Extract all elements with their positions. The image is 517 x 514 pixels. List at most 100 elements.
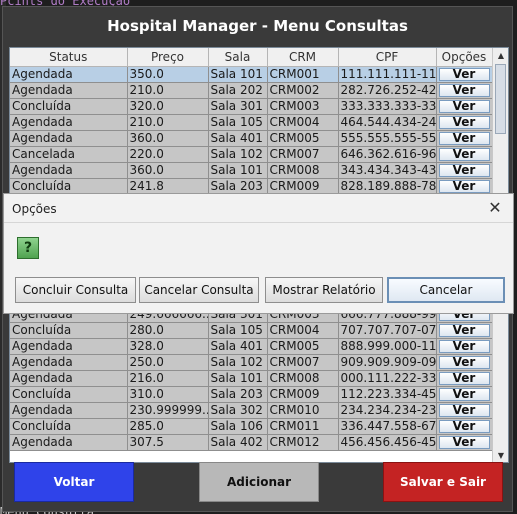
- cell-crm: CRM001: [267, 66, 339, 83]
- scroll-thumb[interactable]: [495, 64, 506, 134]
- table-row[interactable]: Agendada 250.0 Sala 102 CRM007 909.909.909-0…: [10, 354, 493, 371]
- cell-opcoes: Ver: [436, 114, 493, 131]
- table-row[interactable]: Agendada 360.0 Sala 101 CRM008 343.434.343-4…: [10, 162, 493, 179]
- cell-cpf: 828.189.888-78: [338, 178, 437, 195]
- ver-button[interactable]: Ver: [438, 147, 490, 161]
- cell-crm: CRM007: [267, 354, 339, 371]
- cell-preco: 360.0: [127, 130, 209, 147]
- mostrar-relatorio-button[interactable]: Mostrar Relatório: [265, 277, 383, 303]
- ver-button[interactable]: Ver: [438, 435, 490, 449]
- cell-preco: 216.0: [127, 370, 209, 387]
- cell-sala: Sala 102: [208, 354, 268, 371]
- cell-opcoes: Ver: [436, 434, 493, 451]
- cell-status: Agendada: [10, 434, 128, 451]
- voltar-button[interactable]: Voltar: [14, 462, 134, 502]
- cell-cpf: 646.362.616-96: [338, 146, 437, 163]
- cell-preco: 310.0: [127, 386, 209, 403]
- column-header-opcoes[interactable]: Opções: [436, 48, 493, 67]
- cell-sala: Sala 105: [208, 114, 268, 131]
- cell-opcoes: Ver: [436, 146, 493, 163]
- cell-crm: CRM005: [267, 338, 339, 355]
- ver-button[interactable]: Ver: [438, 131, 490, 145]
- cell-crm: CRM009: [267, 386, 339, 403]
- cell-crm: CRM004: [267, 322, 339, 339]
- table-row[interactable]: Concluída 310.0 Sala 203 CRM009 112.223.334-…: [10, 386, 493, 403]
- cell-opcoes: Ver: [436, 322, 493, 339]
- cell-opcoes: Ver: [436, 418, 493, 435]
- cell-opcoes: Ver: [436, 66, 493, 83]
- cell-cpf: 336.447.558-67: [338, 418, 437, 435]
- ver-button[interactable]: Ver: [438, 419, 490, 433]
- cell-crm: CRM012: [267, 434, 339, 451]
- table-row[interactable]: Agendada 307.5 Sala 402 CRM012 456.456.456-4…: [10, 434, 493, 451]
- cell-crm: CRM004: [267, 114, 339, 131]
- cell-crm: CRM007: [267, 146, 339, 163]
- ver-button[interactable]: Ver: [438, 83, 490, 97]
- cell-sala: Sala 402: [208, 434, 268, 451]
- dialog-separator: [4, 222, 513, 223]
- table-row[interactable]: Concluída 320.0 Sala 301 CRM003 333.333.333-…: [10, 98, 493, 115]
- ver-button[interactable]: Ver: [438, 323, 490, 337]
- table-row[interactable]: Agendada 210.0 Sala 202 CRM002 282.726.252-4…: [10, 82, 493, 99]
- ver-button[interactable]: Ver: [438, 115, 490, 129]
- ver-button[interactable]: Ver: [438, 339, 490, 353]
- cell-status: Agendada: [10, 162, 128, 179]
- column-header-crm[interactable]: CRM: [267, 48, 339, 67]
- cell-sala: Sala 101: [208, 66, 268, 83]
- ver-button[interactable]: Ver: [438, 179, 490, 193]
- cell-cpf: 234.234.234-23: [338, 402, 437, 419]
- salvar-e-sair-button[interactable]: Salvar e Sair: [383, 462, 503, 502]
- ver-button[interactable]: Ver: [438, 355, 490, 369]
- dialog-title: Opções: [12, 202, 57, 216]
- ver-button[interactable]: Ver: [438, 99, 490, 113]
- cell-sala: Sala 202: [208, 82, 268, 99]
- table-row[interactable]: Agendada 210.0 Sala 105 CRM004 464.544.434-2…: [10, 114, 493, 131]
- table-row[interactable]: Agendada 360.0 Sala 401 CRM005 555.555.555-5…: [10, 130, 493, 147]
- cell-preco: 320.0: [127, 98, 209, 115]
- ver-button[interactable]: Ver: [438, 371, 490, 385]
- ver-button[interactable]: Ver: [438, 163, 490, 177]
- cell-preco: 241.8: [127, 178, 209, 195]
- cell-sala: Sala 401: [208, 338, 268, 355]
- table-row[interactable]: Concluída 280.0 Sala 105 CRM004 707.707.707-…: [10, 322, 493, 339]
- cell-status: Cancelada: [10, 146, 128, 163]
- cell-preco: 210.0: [127, 82, 209, 99]
- concluir-consulta-button[interactable]: Concluir Consulta: [15, 277, 136, 303]
- close-icon[interactable]: ✕: [487, 198, 503, 217]
- table-row[interactable]: Concluída 285.0 Sala 106 CRM011 336.447.558-…: [10, 418, 493, 435]
- cell-status: Concluída: [10, 386, 128, 403]
- cancelar-consulta-button[interactable]: Cancelar Consulta: [139, 277, 259, 303]
- cell-preco: 210.0: [127, 114, 209, 131]
- ver-button[interactable]: Ver: [438, 403, 490, 417]
- cell-opcoes: Ver: [436, 130, 493, 147]
- cell-cpf: 456.456.456-45: [338, 434, 437, 451]
- cell-status: Concluída: [10, 322, 128, 339]
- table-row[interactable]: Agendada 328.0 Sala 401 CRM005 888.999.000-1…: [10, 338, 493, 355]
- cancelar-button[interactable]: Cancelar: [387, 277, 505, 303]
- cell-crm: CRM011: [267, 418, 339, 435]
- cell-crm: CRM009: [267, 178, 339, 195]
- table-row[interactable]: Agendada 216.0 Sala 101 CRM008 000.111.222-3…: [10, 370, 493, 387]
- cell-status: Agendada: [10, 114, 128, 131]
- column-header-cpf[interactable]: CPF: [338, 48, 437, 67]
- question-icon: ?: [17, 237, 39, 259]
- cell-preco: 230.999999...: [127, 402, 209, 419]
- scroll-down-arrow-icon[interactable]: ▼: [493, 448, 508, 462]
- cell-sala: Sala 401: [208, 130, 268, 147]
- table-row[interactable]: Agendada 230.999999... Sala 302 CRM010 234.2…: [10, 402, 493, 419]
- column-header-sala[interactable]: Sala: [208, 48, 268, 67]
- column-header-preco[interactable]: Preço: [127, 48, 209, 67]
- ver-button[interactable]: Ver: [438, 387, 490, 401]
- column-header-status[interactable]: Status: [10, 48, 128, 67]
- table-row[interactable]: Cancelada 220.0 Sala 102 CRM007 646.362.616-…: [10, 146, 493, 163]
- cell-cpf: 555.555.555-55: [338, 130, 437, 147]
- cell-cpf: 343.434.343-43: [338, 162, 437, 179]
- cell-preco: 250.0: [127, 354, 209, 371]
- table-row[interactable]: Concluída 241.8 Sala 203 CRM009 828.189.888-…: [10, 178, 493, 195]
- scroll-up-arrow-icon[interactable]: ▲: [493, 48, 508, 62]
- adicionar-button[interactable]: Adicionar: [199, 462, 319, 502]
- ver-button[interactable]: Ver: [438, 67, 490, 81]
- cell-opcoes: Ver: [436, 402, 493, 419]
- cell-opcoes: Ver: [436, 354, 493, 371]
- table-row[interactable]: Agendada 350.0 Sala 101 CRM001 111.111.111-1…: [10, 66, 493, 83]
